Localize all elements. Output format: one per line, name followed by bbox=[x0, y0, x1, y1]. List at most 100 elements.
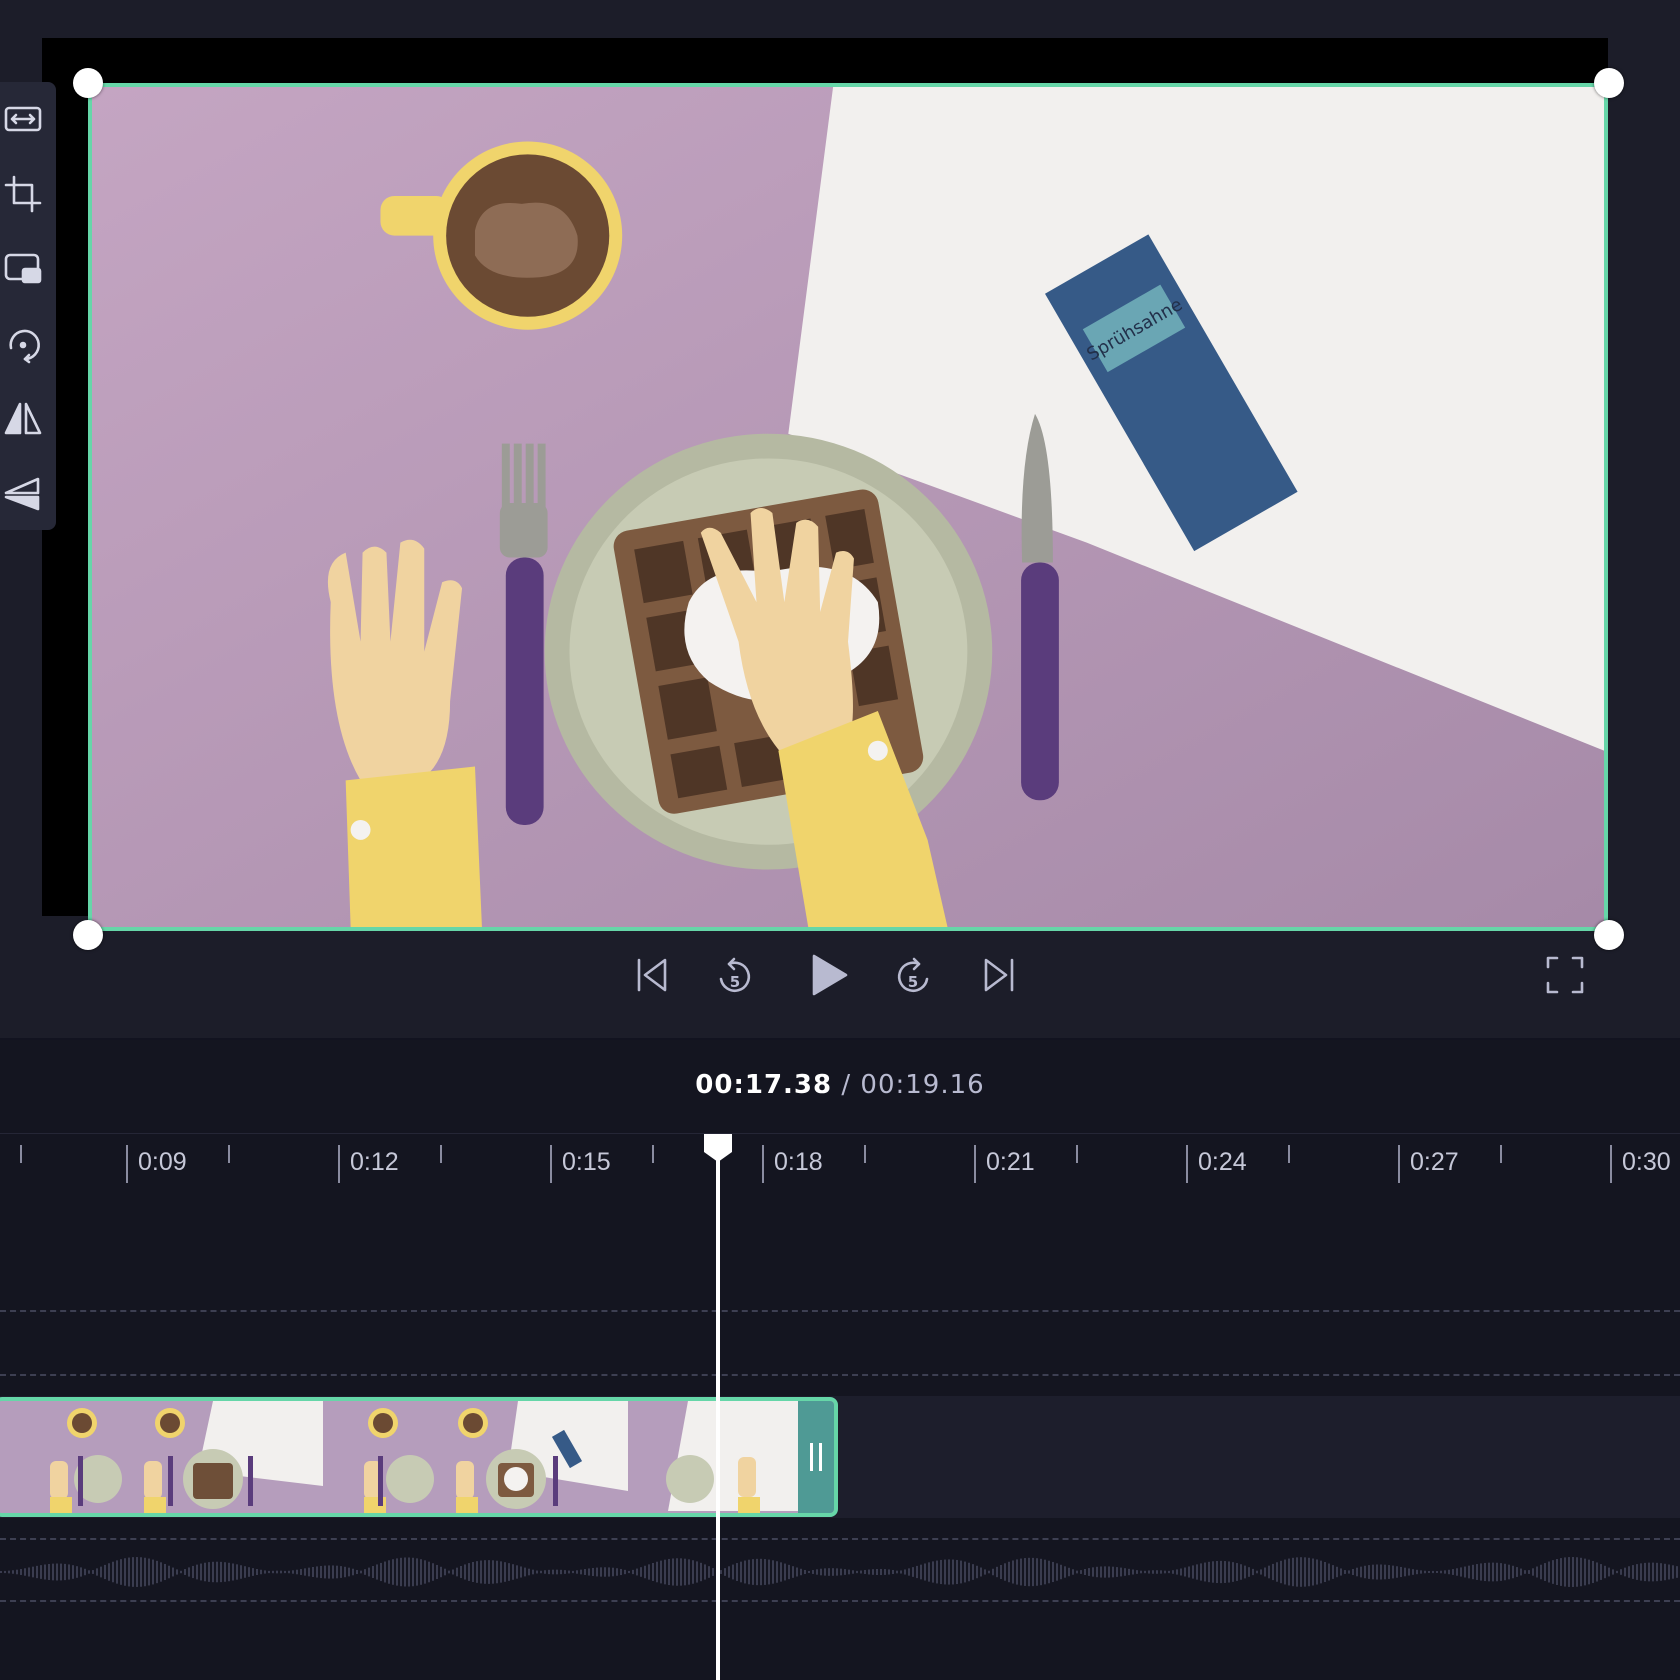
waveform-bar bbox=[1368, 1565, 1370, 1579]
waveform-bar bbox=[672, 1558, 674, 1586]
waveform-bar bbox=[348, 1567, 350, 1577]
waveform-bar bbox=[600, 1567, 602, 1577]
waveform-bar bbox=[1156, 1570, 1158, 1574]
waveform-bar bbox=[816, 1569, 818, 1575]
waveform-bar bbox=[316, 1566, 318, 1578]
pip-tool-button[interactable] bbox=[0, 246, 46, 292]
waveform-bar bbox=[984, 1569, 986, 1575]
waveform-bar bbox=[948, 1559, 950, 1585]
waveform-bar bbox=[756, 1558, 758, 1586]
waveform-bar bbox=[688, 1559, 690, 1585]
waveform-bar bbox=[752, 1559, 754, 1585]
audio-track-bottom-border bbox=[0, 1600, 1680, 1602]
waveform-bar bbox=[1388, 1565, 1390, 1579]
waveform-bar bbox=[912, 1567, 914, 1577]
waveform-bar bbox=[812, 1570, 814, 1574]
ruler-label: 0:09 bbox=[138, 1148, 187, 1176]
waveform-bar bbox=[960, 1560, 962, 1584]
playhead-handle[interactable] bbox=[702, 1132, 734, 1164]
clip-trim-handle[interactable] bbox=[798, 1401, 834, 1513]
resize-handle-top-left[interactable] bbox=[73, 68, 103, 98]
waveform-bar bbox=[1108, 1566, 1110, 1578]
waveform-bar bbox=[644, 1565, 646, 1579]
waveform-bar bbox=[784, 1563, 786, 1581]
skip-back-icon bbox=[637, 958, 667, 992]
video-clip[interactable] bbox=[0, 1397, 838, 1517]
flip-horizontal-button[interactable] bbox=[0, 396, 46, 442]
waveform-bar bbox=[764, 1559, 766, 1585]
waveform-bar bbox=[1660, 1563, 1662, 1581]
waveform-bar bbox=[56, 1563, 58, 1581]
waveform-bar bbox=[388, 1560, 390, 1584]
waveform-bar bbox=[1192, 1565, 1194, 1579]
waveform-bar bbox=[1528, 1570, 1530, 1574]
skip-to-end-button[interactable] bbox=[969, 945, 1029, 1005]
waveform-bar bbox=[1208, 1561, 1210, 1583]
waveform-bar bbox=[220, 1561, 222, 1583]
waveform-bar bbox=[156, 1560, 158, 1584]
waveform-bar bbox=[888, 1569, 890, 1575]
waveform-bar bbox=[1032, 1557, 1034, 1587]
waveform-bar bbox=[1004, 1563, 1006, 1581]
waveform-bar bbox=[24, 1568, 26, 1576]
waveform-bar bbox=[704, 1564, 706, 1580]
fullscreen-button[interactable] bbox=[1535, 945, 1595, 1005]
waveform-bar bbox=[1280, 1560, 1282, 1584]
waveform-bar bbox=[620, 1568, 622, 1576]
waveform-bar bbox=[980, 1567, 982, 1577]
waveform-bar bbox=[16, 1569, 18, 1575]
waveform-bar bbox=[304, 1568, 306, 1576]
waveform-bar bbox=[380, 1562, 382, 1582]
waveform-bar bbox=[1416, 1569, 1418, 1575]
waveform-bar bbox=[800, 1568, 802, 1576]
waveform-bar bbox=[1116, 1567, 1118, 1577]
waveform-bar bbox=[832, 1568, 834, 1576]
crop-tool-button[interactable] bbox=[0, 171, 46, 217]
grip-icon bbox=[810, 1443, 822, 1471]
waveform-bar bbox=[1452, 1569, 1454, 1575]
waveform-bar bbox=[880, 1568, 882, 1576]
skip-to-start-button[interactable] bbox=[622, 945, 682, 1005]
play-button[interactable] bbox=[797, 945, 857, 1005]
waveform-bar bbox=[732, 1564, 734, 1580]
waveform-bar bbox=[1480, 1563, 1482, 1581]
waveform-bar bbox=[1244, 1565, 1246, 1579]
waveform-bar bbox=[176, 1569, 178, 1575]
audio-waveform[interactable] bbox=[0, 1548, 1680, 1596]
waveform-bar bbox=[1152, 1570, 1154, 1574]
waveform-bar bbox=[944, 1559, 946, 1585]
rotate-tool-button[interactable] bbox=[0, 321, 46, 367]
waveform-bar bbox=[1296, 1557, 1298, 1587]
waveform-bar bbox=[320, 1565, 322, 1579]
forward-5-button[interactable]: 5 bbox=[883, 945, 943, 1005]
waveform-bar bbox=[448, 1570, 450, 1574]
waveform-bar bbox=[1184, 1567, 1186, 1577]
rewind-5-button[interactable]: 5 bbox=[705, 945, 765, 1005]
waveform-bar bbox=[532, 1569, 534, 1575]
waveform-bar bbox=[1292, 1557, 1294, 1587]
waveform-bar bbox=[1312, 1558, 1314, 1586]
waveform-bar bbox=[80, 1567, 82, 1577]
fit-tool-button[interactable] bbox=[0, 96, 46, 142]
waveform-bar bbox=[668, 1558, 670, 1586]
waveform-bar bbox=[1552, 1560, 1554, 1584]
waveform-bar bbox=[4, 1570, 6, 1574]
waveform-bar bbox=[452, 1569, 454, 1575]
waveform-bar bbox=[864, 1569, 866, 1575]
resize-handle-top-right[interactable] bbox=[1594, 68, 1624, 98]
waveform-bar bbox=[804, 1569, 806, 1575]
video-frame[interactable]: Sprühsahne bbox=[88, 83, 1608, 931]
waveform-bar bbox=[1588, 1559, 1590, 1585]
waveform-bar bbox=[160, 1562, 162, 1582]
waveform-bar bbox=[768, 1559, 770, 1585]
waveform-bar bbox=[1616, 1570, 1618, 1574]
waveform-bar bbox=[1596, 1562, 1598, 1582]
waveform-bar bbox=[1148, 1570, 1150, 1574]
waveform-bar bbox=[1288, 1558, 1290, 1586]
waveform-bar bbox=[920, 1564, 922, 1580]
flip-vertical-button[interactable] bbox=[0, 471, 46, 517]
ruler-major-tick bbox=[1186, 1145, 1188, 1183]
waveform-bar bbox=[1636, 1564, 1638, 1580]
waveform-bar bbox=[1332, 1565, 1334, 1579]
waveform-bar bbox=[476, 1561, 478, 1583]
